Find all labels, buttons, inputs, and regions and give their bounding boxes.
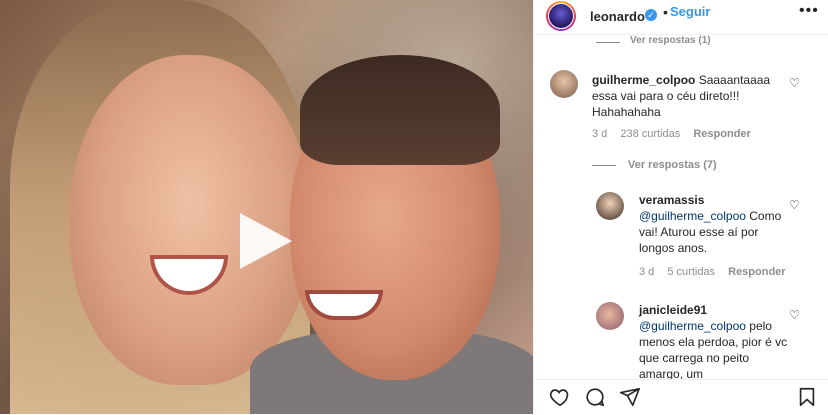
view-replies-button[interactable]: Ver respostas (7) bbox=[628, 159, 717, 171]
view-replies-button-partial[interactable]: Ver respostas (1) bbox=[630, 35, 711, 46]
post-media[interactable] bbox=[0, 0, 533, 414]
reply-mention[interactable]: @guilherme_colpoo bbox=[639, 209, 746, 223]
comments-panel: leonardo ✓ • Seguir ••• Ver respostas (1… bbox=[533, 0, 828, 415]
follow-button[interactable]: Seguir bbox=[670, 4, 710, 19]
reply-meta: 3 d 5 curtidas Responder bbox=[639, 266, 796, 278]
view-replies-line bbox=[596, 42, 620, 43]
separator-dot: • bbox=[663, 4, 668, 20]
man-hair bbox=[300, 55, 500, 165]
comment-username[interactable]: guilherme_colpoo bbox=[592, 73, 695, 87]
comment-icon[interactable] bbox=[584, 386, 606, 412]
comment-text: guilherme_colpoo Saaaantaaaa essa vai pa… bbox=[592, 72, 787, 120]
reply-text: janicleide91 @guilherme_colpoo pelo meno… bbox=[639, 302, 789, 379]
heart-icon[interactable]: ♡ bbox=[789, 308, 800, 322]
comment-likes[interactable]: 238 curtidas bbox=[620, 128, 680, 140]
reply-mention[interactable]: @guilherme_colpoo bbox=[639, 319, 746, 333]
bookmark-icon[interactable] bbox=[796, 386, 818, 412]
view-replies-line bbox=[592, 165, 616, 166]
heart-icon[interactable]: ♡ bbox=[789, 198, 800, 212]
reply-username[interactable]: veramassis bbox=[639, 193, 704, 207]
post-username[interactable]: leonardo bbox=[590, 9, 645, 24]
comment-time[interactable]: 3 d bbox=[592, 128, 607, 140]
profile-avatar-ring[interactable] bbox=[546, 1, 576, 31]
reply-username[interactable]: janicleide91 bbox=[639, 303, 707, 317]
like-icon[interactable] bbox=[549, 386, 571, 412]
reply-text: veramassis @guilherme_colpoo Como vai! A… bbox=[639, 192, 789, 256]
more-options-icon[interactable]: ••• bbox=[799, 2, 819, 20]
reply-button[interactable]: Responder bbox=[693, 128, 750, 140]
reply-time[interactable]: 3 d bbox=[639, 266, 654, 278]
comment-meta: 3 d 238 curtidas Responder bbox=[592, 128, 761, 140]
profile-avatar[interactable] bbox=[548, 3, 574, 29]
comments-list[interactable]: Ver respostas (1) guilherme_colpoo Saaaa… bbox=[534, 34, 828, 379]
reply-avatar[interactable] bbox=[596, 192, 624, 220]
post-header: leonardo ✓ • Seguir ••• bbox=[534, 0, 828, 35]
reply-likes[interactable]: 5 curtidas bbox=[667, 266, 715, 278]
reply-button[interactable]: Responder bbox=[728, 266, 785, 278]
heart-icon[interactable]: ♡ bbox=[789, 76, 800, 90]
share-icon[interactable] bbox=[619, 386, 641, 412]
play-icon[interactable] bbox=[240, 213, 292, 269]
verified-badge-icon: ✓ bbox=[645, 9, 657, 21]
post-actions-bar bbox=[534, 379, 828, 415]
reply-avatar[interactable] bbox=[596, 302, 624, 330]
comment-avatar[interactable] bbox=[550, 70, 578, 98]
